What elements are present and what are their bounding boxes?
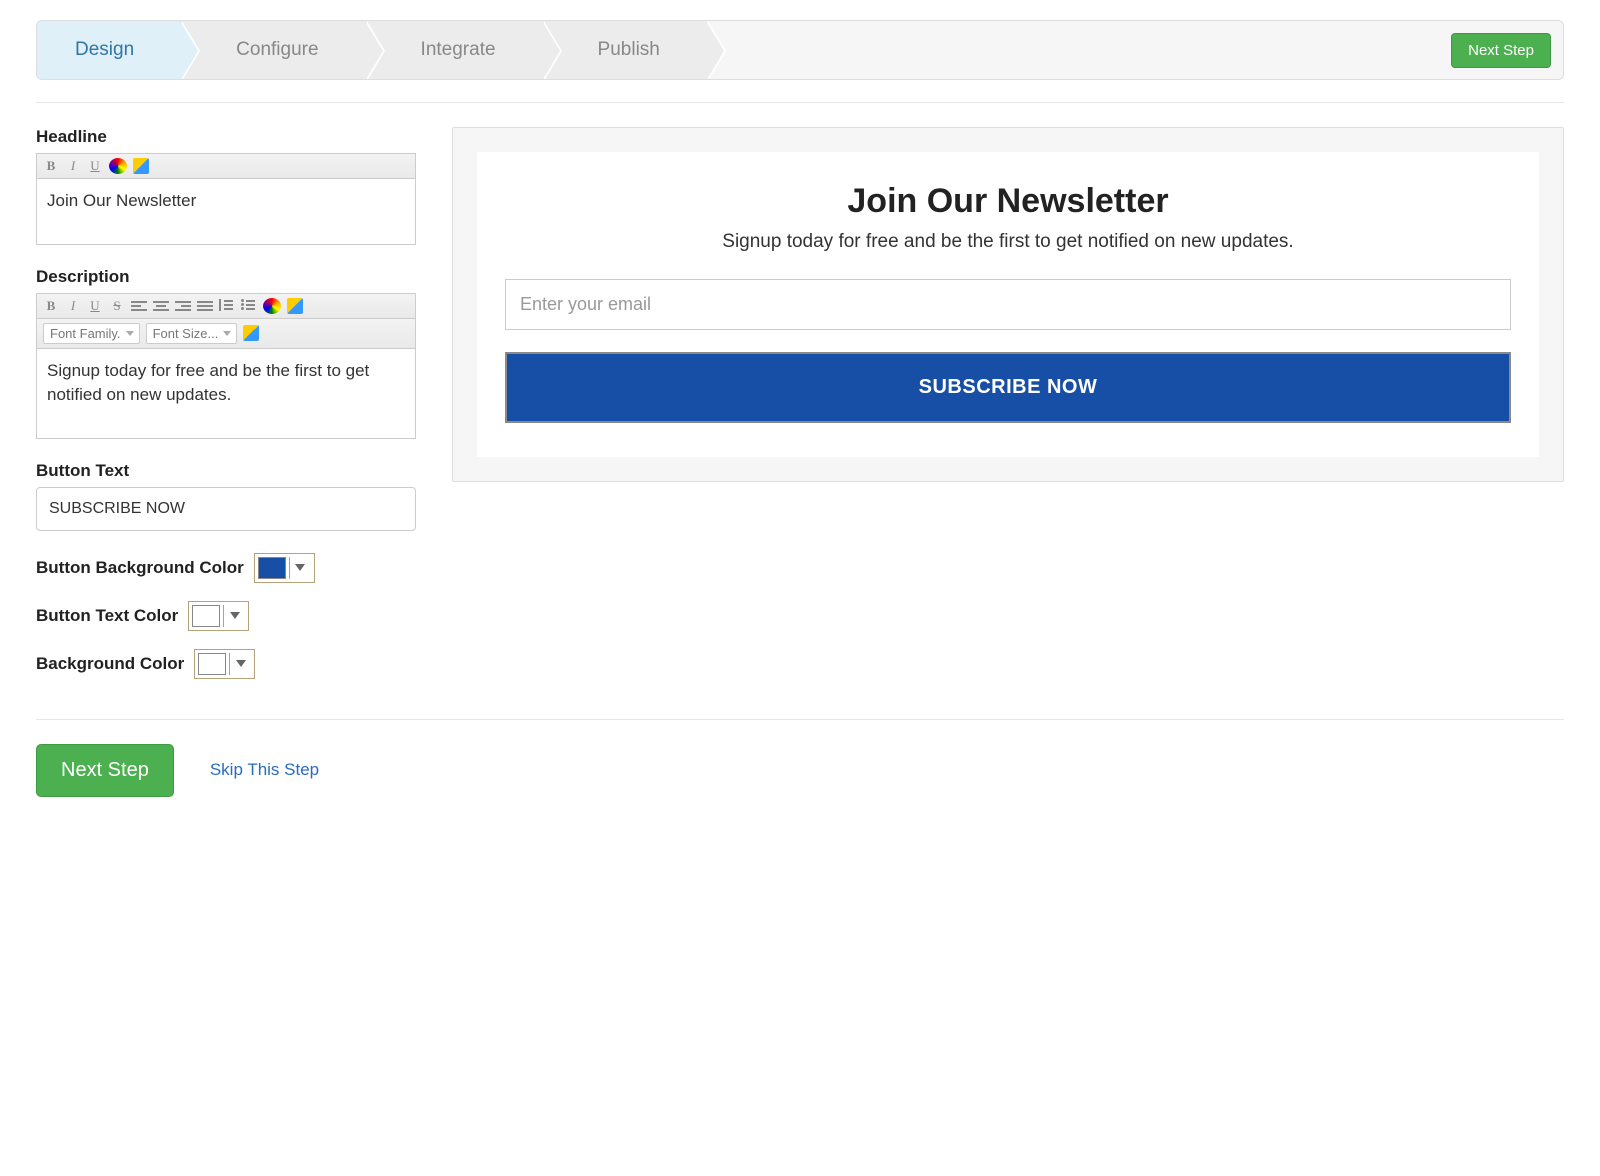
strikethrough-icon[interactable]: S	[109, 298, 125, 314]
headline-toolbar: B I U	[37, 154, 415, 179]
next-step-bottom-button[interactable]: Next Step	[36, 744, 174, 797]
preview-panel: Join Our Newsletter Signup today for fre…	[452, 127, 1564, 482]
button-text-label: Button Text	[36, 461, 416, 481]
underline-icon[interactable]: U	[87, 298, 103, 314]
background-color-swatch	[198, 653, 226, 675]
skip-step-link[interactable]: Skip This Step	[210, 760, 319, 780]
headline-editor: B I U Join Our Newsletter	[36, 153, 416, 245]
description-input[interactable]: Signup today for free and be the first t…	[37, 349, 415, 438]
background-color-label: Background Color	[36, 654, 184, 674]
edit-html-icon[interactable]	[133, 158, 149, 174]
design-form: Headline B I U Join Our Newsletter Descr…	[36, 127, 416, 697]
bold-icon[interactable]: B	[43, 158, 59, 174]
description-toolbar-row2: Font Family. Font Size...	[37, 319, 415, 349]
wizard-step-configure[interactable]: Configure	[180, 21, 364, 79]
wizard-step-publish[interactable]: Publish	[542, 21, 706, 79]
headline-input[interactable]: Join Our Newsletter	[37, 179, 415, 244]
align-center-icon[interactable]	[153, 301, 169, 311]
underline-icon[interactable]: U	[87, 158, 103, 174]
button-text-input[interactable]	[36, 487, 416, 531]
preview-card: Join Our Newsletter Signup today for fre…	[477, 152, 1539, 457]
button-text-color-picker[interactable]	[188, 601, 249, 631]
chevron-down-icon	[229, 653, 251, 675]
headline-label: Headline	[36, 127, 416, 147]
button-text-color-swatch	[192, 605, 220, 627]
ordered-list-icon[interactable]	[219, 300, 235, 312]
divider	[36, 719, 1564, 720]
wizard-step-integrate[interactable]: Integrate	[365, 21, 542, 79]
edit-html-icon[interactable]	[287, 298, 303, 314]
button-bg-swatch	[258, 557, 286, 579]
preview-headline: Join Our Newsletter	[505, 182, 1511, 221]
footer-actions: Next Step Skip This Step	[36, 744, 1564, 797]
wizard-step-design[interactable]: Design	[37, 21, 180, 79]
button-bg-color-picker[interactable]	[254, 553, 315, 583]
description-toolbar-row1: B I U S	[37, 294, 415, 319]
clear-formatting-icon[interactable]	[243, 325, 259, 341]
align-right-icon[interactable]	[175, 301, 191, 311]
wizard-steps: Design Configure Integrate Publish	[37, 21, 1451, 79]
background-color-picker[interactable]	[194, 649, 255, 679]
chevron-down-icon	[223, 605, 245, 627]
text-color-icon[interactable]	[109, 158, 127, 174]
font-family-select[interactable]: Font Family.	[43, 323, 140, 344]
align-justify-icon[interactable]	[197, 301, 213, 311]
text-color-icon[interactable]	[263, 298, 281, 314]
chevron-down-icon	[289, 557, 311, 579]
preview-description: Signup today for free and be the first t…	[505, 231, 1511, 253]
button-bg-color-label: Button Background Color	[36, 558, 244, 578]
description-editor: B I U S Font Family. Font Size...	[36, 293, 416, 439]
italic-icon[interactable]: I	[65, 298, 81, 314]
button-text-color-label: Button Text Color	[36, 606, 178, 626]
description-label: Description	[36, 267, 416, 287]
preview-email-input[interactable]	[505, 279, 1511, 330]
bold-icon[interactable]: B	[43, 298, 59, 314]
preview-subscribe-button[interactable]: SUBSCRIBE NOW	[505, 352, 1511, 423]
wizard-bar: Design Configure Integrate Publish Next …	[36, 20, 1564, 80]
align-left-icon[interactable]	[131, 301, 147, 311]
font-size-select[interactable]: Font Size...	[146, 323, 238, 344]
next-step-top-button[interactable]: Next Step	[1451, 33, 1551, 68]
unordered-list-icon[interactable]	[241, 300, 257, 312]
divider	[36, 102, 1564, 103]
italic-icon[interactable]: I	[65, 158, 81, 174]
